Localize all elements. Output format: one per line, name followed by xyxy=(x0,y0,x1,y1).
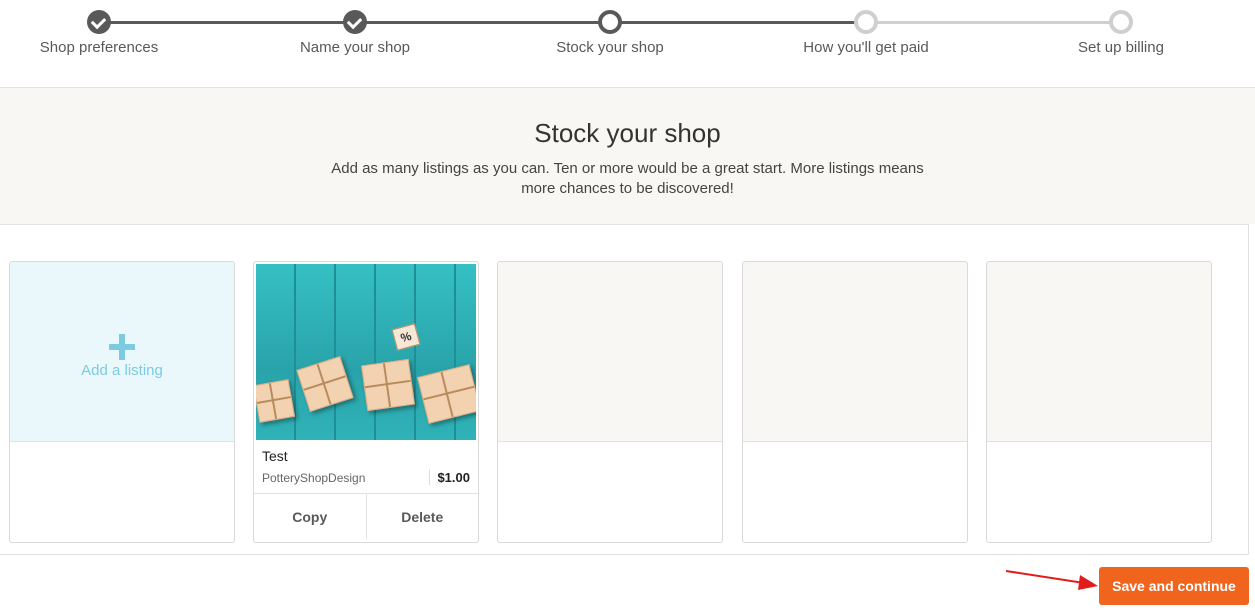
empty-slot-placeholder xyxy=(987,262,1211,442)
empty-listing-slot xyxy=(986,261,1212,543)
plus-icon xyxy=(109,334,135,360)
step-name-your-shop: Name your shop xyxy=(275,10,435,56)
step-label: How you'll get paid xyxy=(803,39,929,56)
step-how-youll-get-paid: How you'll get paid xyxy=(786,10,946,56)
listing-image[interactable]: % xyxy=(256,264,476,440)
stepper-track-complete xyxy=(99,21,866,24)
empty-slot-placeholder xyxy=(743,262,967,442)
step-stock-your-shop: Stock your shop xyxy=(530,10,690,56)
step-label: Shop preferences xyxy=(39,39,159,56)
listing-card[interactable]: % Test PotteryShopDesign $1.00 Copy Dele… xyxy=(253,261,479,543)
current-step-icon xyxy=(598,10,622,34)
add-listing-card[interactable]: Add a listing xyxy=(9,261,235,543)
empty-slot-placeholder xyxy=(498,262,722,442)
step-shop-preferences: Shop preferences xyxy=(19,10,179,56)
check-icon xyxy=(343,10,367,34)
pending-step-icon xyxy=(1109,10,1133,34)
listing-shop-name: PotteryShopDesign xyxy=(262,471,366,485)
listing-actions: Copy Delete xyxy=(254,493,478,539)
annotation-arrow-icon xyxy=(1005,570,1098,590)
copy-button[interactable]: Copy xyxy=(254,494,366,539)
save-and-continue-button[interactable]: Save and continue xyxy=(1099,567,1249,605)
delete-button[interactable]: Delete xyxy=(365,494,478,539)
empty-listing-slot xyxy=(497,261,723,543)
step-label: Set up billing xyxy=(1078,39,1164,56)
add-listing-label: Add a listing xyxy=(81,362,163,379)
listing-price: $1.00 xyxy=(429,470,470,485)
step-label: Stock your shop xyxy=(556,39,664,56)
step-set-up-billing: Set up billing xyxy=(1041,10,1201,56)
listings-grid: Add a listing % Test PotteryShopDesign $… xyxy=(0,224,1249,555)
page-header: Stock your shop Add as many listings as … xyxy=(0,88,1255,224)
empty-listing-slot xyxy=(742,261,968,543)
page-title: Stock your shop xyxy=(534,118,721,148)
listing-details: Test PotteryShopDesign $1.00 xyxy=(254,440,478,493)
progress-stepper: Shop preferences Name your shop Stock yo… xyxy=(0,0,1255,88)
listing-title[interactable]: Test xyxy=(262,448,470,464)
check-icon xyxy=(87,10,111,34)
step-label: Name your shop xyxy=(299,39,411,56)
add-listing-button[interactable]: Add a listing xyxy=(10,262,234,442)
pending-step-icon xyxy=(854,10,878,34)
page-description: Add as many listings as you can. Ten or … xyxy=(331,160,924,197)
